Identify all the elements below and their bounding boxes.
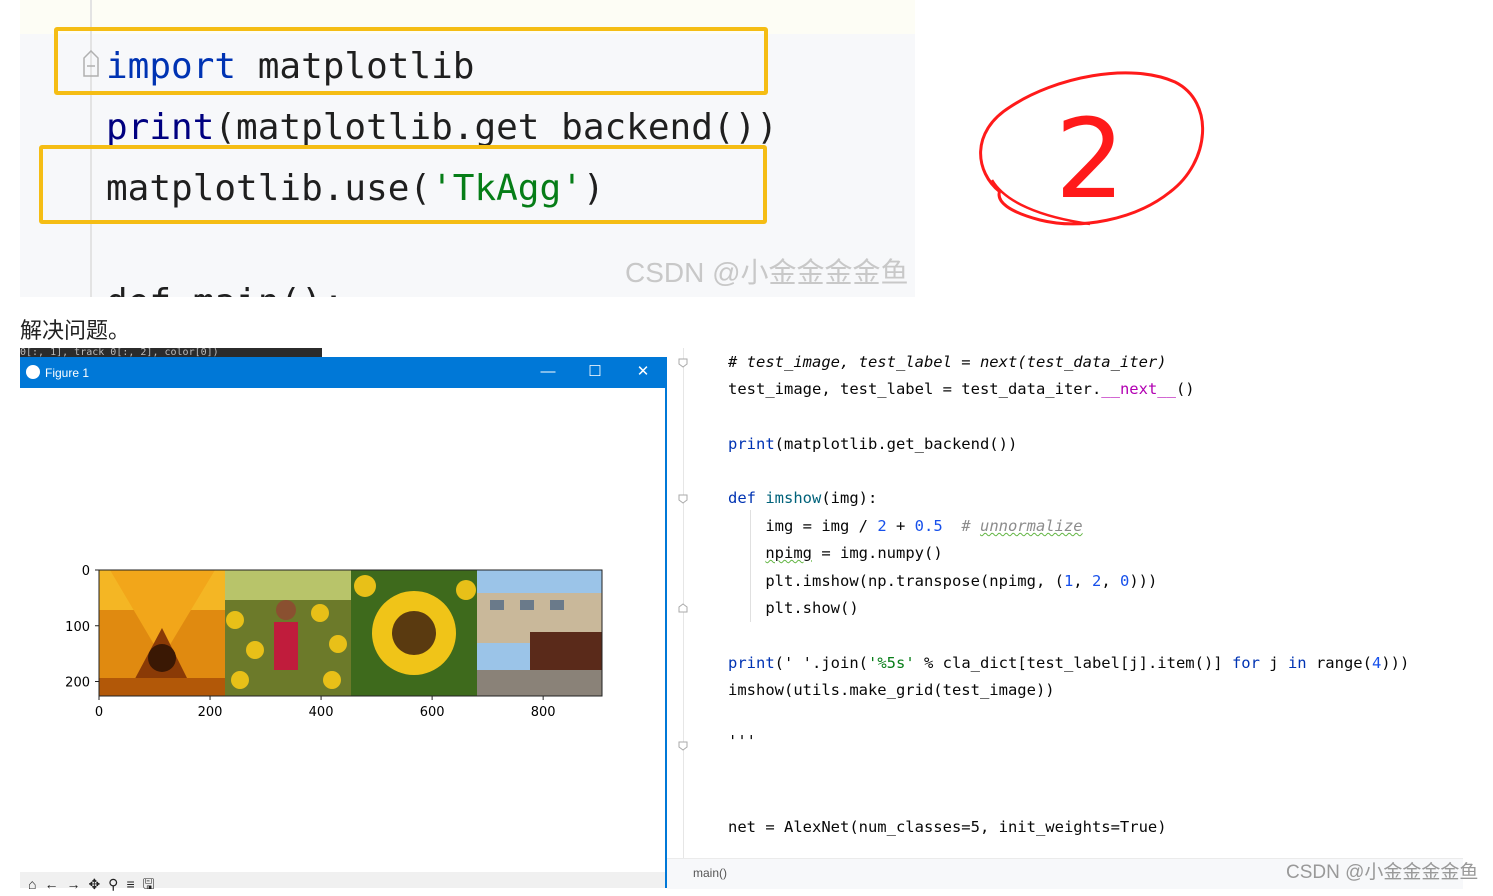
figure-title: Figure 1 [45,366,90,380]
ide-editor: # test_image, test_label = next(test_dat… [667,348,1463,889]
y-tick-label: 100 [65,620,90,635]
code-line: plt.show() [728,599,859,617]
x-tick-label: 800 [531,705,556,720]
code-text: + [886,517,915,535]
number: 4 [1371,654,1382,672]
builtin-print: print [728,654,775,672]
code-text: , [1101,572,1120,590]
code-line: print(' '.join('%5s' % cla_dict[test_lab… [728,654,1409,672]
image-panel-street [477,570,602,696]
code-text: img = img / [728,517,878,535]
number: 2 [1091,572,1102,590]
number: 2 [877,517,887,535]
code-line: npimg = img.numpy() [728,544,943,562]
code-line-partial: def main(): [106,282,344,297]
top-code-screenshot: import matplotlib print(matplotlib.get_b… [20,0,915,297]
number: 0.5 [914,517,943,535]
image-grid [98,569,603,697]
dunder-method: __next__ [1101,380,1176,398]
fold-icon[interactable] [678,494,688,504]
code-text: ))) [1381,654,1410,672]
print-args: (matplotlib.get_backend()) [214,107,778,148]
maximize-button[interactable]: ☐ [581,361,609,383]
number: 1 [1063,572,1074,590]
fold-icon[interactable] [678,741,688,751]
code-text: (matplotlib.get_backend()) [774,435,1018,453]
image-panel-flower [99,570,225,696]
fold-icon[interactable] [678,358,688,368]
watermark-bottom: CSDN @小金金金金鱼 [1286,862,1479,883]
figure-window: Figure 1 — ☐ ✕ 0 200 400 600 800 0 100 2… [20,357,667,892]
code-line: test_image, test_label = test_data_iter.… [728,380,1195,398]
code-comment: unnormalize [979,517,1083,535]
y-axis: 0 100 200 [65,564,99,691]
caption-text: 解决问题。 [20,319,131,344]
x-axis: 0 200 400 600 800 [95,696,556,720]
code-line-print-backend: print(matplotlib.get_backend()) [106,107,778,148]
x-tick-label: 400 [309,705,334,720]
code-line: def imshow(img): [728,489,877,507]
highlight-box-import [54,27,768,95]
code-text: (img): [821,489,878,507]
circled-number-annotation: 2 [979,71,1205,226]
code-line: imshow(utils.make_grid(test_image)) [728,681,1055,699]
x-tick-label: 600 [420,705,445,720]
code-line: img = img / 2 + 0.5 # unnormalize [728,517,1083,535]
keyword-in: in [1287,654,1307,672]
builtin-print: print [728,435,775,453]
highlight-box-use [39,145,767,224]
string: '%5s' [868,654,915,672]
code-line: net = AlexNet(num_classes=5, init_weight… [728,818,1167,836]
x-tick-label: 200 [198,705,223,720]
code-text: j [1259,654,1288,672]
keyword-for: for [1231,654,1260,672]
code-text: = img.numpy() [812,544,943,562]
code-docstring: ''' [728,732,756,750]
y-tick-label: 0 [82,564,90,579]
figure-toolbar[interactable]: ⌂←→✥⚲≡🖫 [20,872,665,892]
figure-titlebar[interactable]: Figure 1 — ☐ ✕ [20,357,667,388]
code-comment: # [942,517,980,535]
code-text: % cla_dict[test_label[j].item()] [914,654,1232,672]
keyword-def: def [728,489,766,507]
annotation-number: 2 [1055,95,1125,223]
code-comment: # test_image, test_label = next(test_dat… [728,353,1167,371]
matplotlib-app-icon [26,365,40,379]
minimize-button[interactable]: — [534,361,562,383]
variable-npimg: npimg [765,544,812,562]
x-tick-label: 0 [95,705,103,720]
image-panel-woman [225,570,351,696]
y-tick-label: 200 [65,676,90,691]
code-text: plt.imshow(np.transpose(npimg, ( [728,572,1064,590]
builtin-print: print [106,107,215,148]
code-text: (' '.join( [774,654,868,672]
code-line: print(matplotlib.get_backend()) [728,435,1017,453]
plot-canvas[interactable]: 0 200 400 600 800 0 100 200 [20,388,665,872]
code-text: , [1073,572,1092,590]
code-text: range( [1306,654,1372,672]
fold-icon[interactable] [678,603,688,613]
image-panel-sunflower [351,570,477,696]
function-name: imshow [765,489,822,507]
code-text: ))) [1129,572,1158,590]
code-line: plt.imshow(np.transpose(npimg, (1, 2, 0)… [728,572,1157,590]
code-text: () [1175,380,1195,398]
breadcrumb-function[interactable]: main() [693,866,727,880]
number: 0 [1119,572,1130,590]
code-text: test_image, test_label = test_data_iter. [728,380,1102,398]
watermark-top: CSDN @小金金金金鱼 [625,257,909,288]
close-button[interactable]: ✕ [629,361,657,383]
